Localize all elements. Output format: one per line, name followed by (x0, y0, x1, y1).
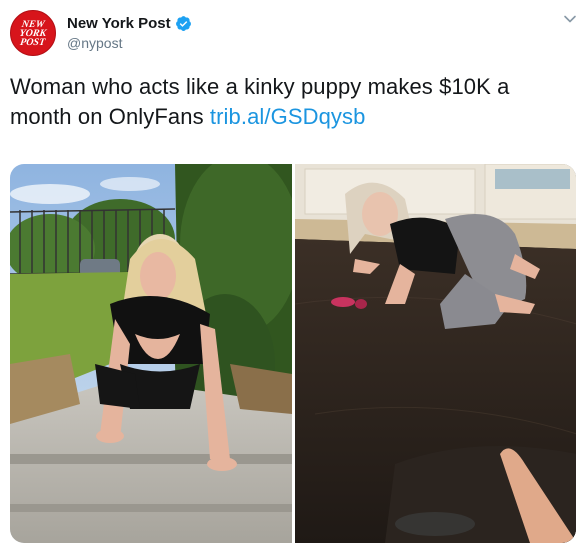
nypost-logo-icon: NEW YORK POST (12, 12, 54, 54)
display-name[interactable]: New York Post (67, 14, 171, 33)
photo-indoor-floor-icon (294, 164, 576, 543)
account-handle[interactable]: @nypost (67, 34, 192, 53)
tweet-text: Woman who acts like a kinky puppy makes … (10, 72, 575, 132)
tweet-card: NEW YORK POST New York Post @nypost Woma… (0, 0, 587, 545)
account-names: New York Post @nypost (67, 14, 192, 53)
verified-badge-icon (175, 15, 191, 31)
svg-text:POST: POST (19, 37, 46, 48)
avatar[interactable]: NEW YORK POST (10, 10, 56, 56)
name-row: New York Post (67, 14, 192, 33)
tweet-header: NEW YORK POST New York Post @nypost (10, 8, 192, 58)
photo-outdoor-steps-icon (10, 164, 292, 543)
photo-right[interactable] (294, 164, 576, 543)
tweet-media[interactable] (10, 164, 576, 543)
tweet-link[interactable]: trib.al/GSDqysb (210, 104, 366, 129)
photo-left[interactable] (10, 164, 292, 543)
chevron-down-icon[interactable] (563, 12, 577, 26)
